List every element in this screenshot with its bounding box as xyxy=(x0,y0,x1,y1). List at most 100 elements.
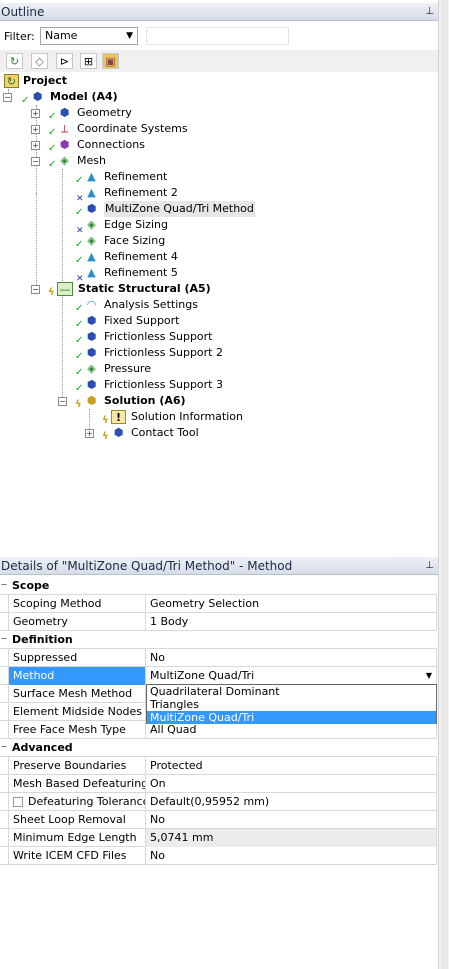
tree-node-analysis-settings[interactable]: ◠ ✓ Analysis Settings xyxy=(0,297,250,314)
row-label: Surface Mesh Method xyxy=(8,685,146,703)
method-dropdown-list[interactable]: Quadrilateral Dominant Triangles MultiZo… xyxy=(146,684,437,724)
row-value[interactable]: Protected xyxy=(146,757,437,775)
outline-panel-header: Outline ⊥ xyxy=(0,3,438,21)
row-sheet-loop-removal[interactable]: Sheet Loop Removal No xyxy=(0,811,437,829)
collapse-icon[interactable]: − xyxy=(58,397,67,406)
row-label: Defeaturing Tolerance xyxy=(8,793,146,811)
method-icon: ⬢ xyxy=(86,202,97,215)
collapse-icon[interactable]: − xyxy=(31,157,40,166)
option-quadrilateral-dominant[interactable]: Quadrilateral Dominant xyxy=(147,685,436,698)
collapse-icon[interactable]: − xyxy=(0,635,8,644)
collapse-icon[interactable]: − xyxy=(0,581,8,590)
right-edge-scrollbar[interactable] xyxy=(438,0,449,969)
tree-node-edge-sizing[interactable]: ◈ ✕ Edge Sizing xyxy=(0,217,250,236)
expand-icon[interactable]: + xyxy=(31,141,40,150)
collapse-icon[interactable]: − xyxy=(3,93,12,102)
tree-branch-icon[interactable]: ⊳ xyxy=(56,53,73,69)
tree-node-refinement-2[interactable]: ▲ ✕ Refinement 2 xyxy=(0,185,250,204)
tree-node-refinement[interactable]: ▲ ✓ Refinement xyxy=(0,169,250,186)
filter-label: Filter: xyxy=(4,30,35,43)
tree-node-label: MultiZone Quad/Tri Method xyxy=(104,201,255,217)
row-method[interactable]: Method MultiZone Quad/Tri ▼ xyxy=(0,667,437,685)
section-advanced[interactable]: − Advanced xyxy=(0,739,437,757)
row-value[interactable]: 1 Body xyxy=(146,613,437,631)
pin-icon[interactable]: ⊥ xyxy=(425,557,434,575)
tree-node-label: Refinement 4 xyxy=(104,250,178,263)
row-preserve-boundaries[interactable]: Preserve Boundaries Protected xyxy=(0,757,437,775)
row-label: Method xyxy=(8,667,146,685)
row-geometry[interactable]: Geometry 1 Body xyxy=(0,613,437,631)
fixed-support-icon: ⬢ xyxy=(86,314,97,327)
section-definition[interactable]: − Definition xyxy=(0,631,437,649)
expand-icon[interactable]: + xyxy=(85,429,94,438)
refresh-icon[interactable]: ↻ xyxy=(6,53,23,69)
analysis-settings-icon: ◠ xyxy=(86,298,97,311)
row-defeaturing-tolerance[interactable]: Defeaturing Tolerance Default(0,95952 mm… xyxy=(0,793,437,811)
tree-node-label: Connections xyxy=(77,138,145,151)
chevron-down-icon[interactable]: ▼ xyxy=(423,669,435,682)
tree-node-solution[interactable]: − ⬢ ϟ Solution (A6) xyxy=(0,393,250,410)
row-label: Geometry xyxy=(8,613,146,631)
row-value[interactable]: No xyxy=(146,649,437,667)
filter-search-input[interactable] xyxy=(146,27,289,45)
option-triangles[interactable]: Triangles xyxy=(147,698,436,711)
tree-node-coordinate-systems[interactable]: + ⟂ ✓ Coordinate Systems xyxy=(0,121,200,138)
tree-node-refinement-4[interactable]: ▲ ✓ Refinement 4 xyxy=(0,249,250,266)
tree-node-connections[interactable]: + ⬢ ✓ Connections xyxy=(0,137,200,154)
tree-node-label: Fixed Support xyxy=(104,314,180,327)
folder-icon[interactable]: ▣ xyxy=(102,53,119,69)
scrollbar-track[interactable] xyxy=(441,0,448,969)
tree-node-multizone[interactable]: ⬢ ✓ MultiZone Quad/Tri Method xyxy=(0,201,255,218)
expand-icon[interactable]: + xyxy=(31,109,40,118)
row-value[interactable]: 5,0741 mm xyxy=(146,829,437,847)
tree-node-pressure[interactable]: ◈ ✓ Pressure xyxy=(0,361,250,378)
row-minimum-edge-length[interactable]: Minimum Edge Length 5,0741 mm xyxy=(0,829,437,847)
outline-tree: ↻ Project − ⬢ ✓ Model (A4) + ⬢ ✓ Geometr… xyxy=(0,72,438,557)
tree-node-label: Analysis Settings xyxy=(104,298,198,311)
tree-node-contact-tool[interactable]: + ⬢ ϟ Contact Tool xyxy=(0,425,280,442)
filter-combo[interactable]: Name ▼ xyxy=(40,27,138,45)
row-suppressed[interactable]: Suppressed No xyxy=(0,649,437,667)
tree-node-frictionless-support-3[interactable]: ⬢ ✓ Frictionless Support 3 xyxy=(0,377,250,394)
tree-node-fixed-support[interactable]: ⬢ ✓ Fixed Support xyxy=(0,313,250,330)
tree-node-frictionless-support-2[interactable]: ⬢ ✓ Frictionless Support 2 xyxy=(0,345,250,362)
parameter-checkbox[interactable] xyxy=(13,797,23,807)
frictionless-support-icon: ⬢ xyxy=(86,378,97,391)
row-value[interactable]: Geometry Selection xyxy=(146,595,437,613)
connections-icon: ⬢ xyxy=(59,138,70,151)
pin-icon[interactable]: ⊥ xyxy=(425,3,434,21)
row-mesh-based-defeaturing[interactable]: Mesh Based Defeaturing On xyxy=(0,775,437,793)
tag-icon[interactable]: ◇ xyxy=(31,53,48,69)
section-label: Advanced xyxy=(12,741,73,754)
row-scoping-method[interactable]: Scoping Method Geometry Selection xyxy=(0,595,437,613)
option-multizone-quad-tri[interactable]: MultiZone Quad/Tri xyxy=(147,711,436,724)
method-select[interactable]: MultiZone Quad/Tri xyxy=(146,667,437,685)
tree-node-static-structural[interactable]: − — ϟ Static Structural (A5) xyxy=(0,281,250,298)
tree-node-model[interactable]: − ⬢ ✓ Model (A4) xyxy=(0,89,200,106)
section-scope[interactable]: − Scope xyxy=(0,577,437,595)
tree-node-face-sizing[interactable]: ◈ ✓ Face Sizing xyxy=(0,233,250,250)
tree-node-frictionless-support[interactable]: ⬢ ✓ Frictionless Support xyxy=(0,329,250,346)
row-write-icem-cfd-files[interactable]: Write ICEM CFD Files No xyxy=(0,847,437,865)
row-value[interactable]: No xyxy=(146,847,437,865)
outline-toolbar: ↻ ◇ ⊳ ⊞ ▣ xyxy=(0,50,438,72)
tree-node-label: Model (A4) xyxy=(50,90,118,103)
tree-node-label: Solution Information xyxy=(131,410,243,423)
filter-bar: Filter: Name ▼ xyxy=(0,24,438,48)
tree-node-solution-information[interactable]: ! ϟ Solution Information xyxy=(0,409,280,426)
row-value[interactable]: Default(0,95952 mm) xyxy=(146,793,437,811)
tree-node-mesh[interactable]: − ◈ ✓ Mesh xyxy=(0,153,200,170)
row-value[interactable]: No xyxy=(146,811,437,829)
details-title: Details of "MultiZone Quad/Tri Method" -… xyxy=(1,559,293,573)
tree-node-project[interactable]: ↻ Project xyxy=(0,73,200,89)
collapse-icon[interactable]: − xyxy=(0,743,8,752)
tree-node-geometry[interactable]: + ⬢ ✓ Geometry xyxy=(0,105,200,122)
tree-node-refinement-5[interactable]: ▲ ✕ Refinement 5 xyxy=(0,265,250,284)
expand-all-icon[interactable]: ⊞ xyxy=(80,53,97,69)
refinement-icon: ▲ xyxy=(87,186,96,199)
row-label: Free Face Mesh Type xyxy=(8,721,146,739)
collapse-icon[interactable]: − xyxy=(31,285,40,294)
row-value[interactable]: On xyxy=(146,775,437,793)
expand-icon[interactable]: + xyxy=(31,125,40,134)
tree-node-label: Refinement 2 xyxy=(104,186,178,199)
